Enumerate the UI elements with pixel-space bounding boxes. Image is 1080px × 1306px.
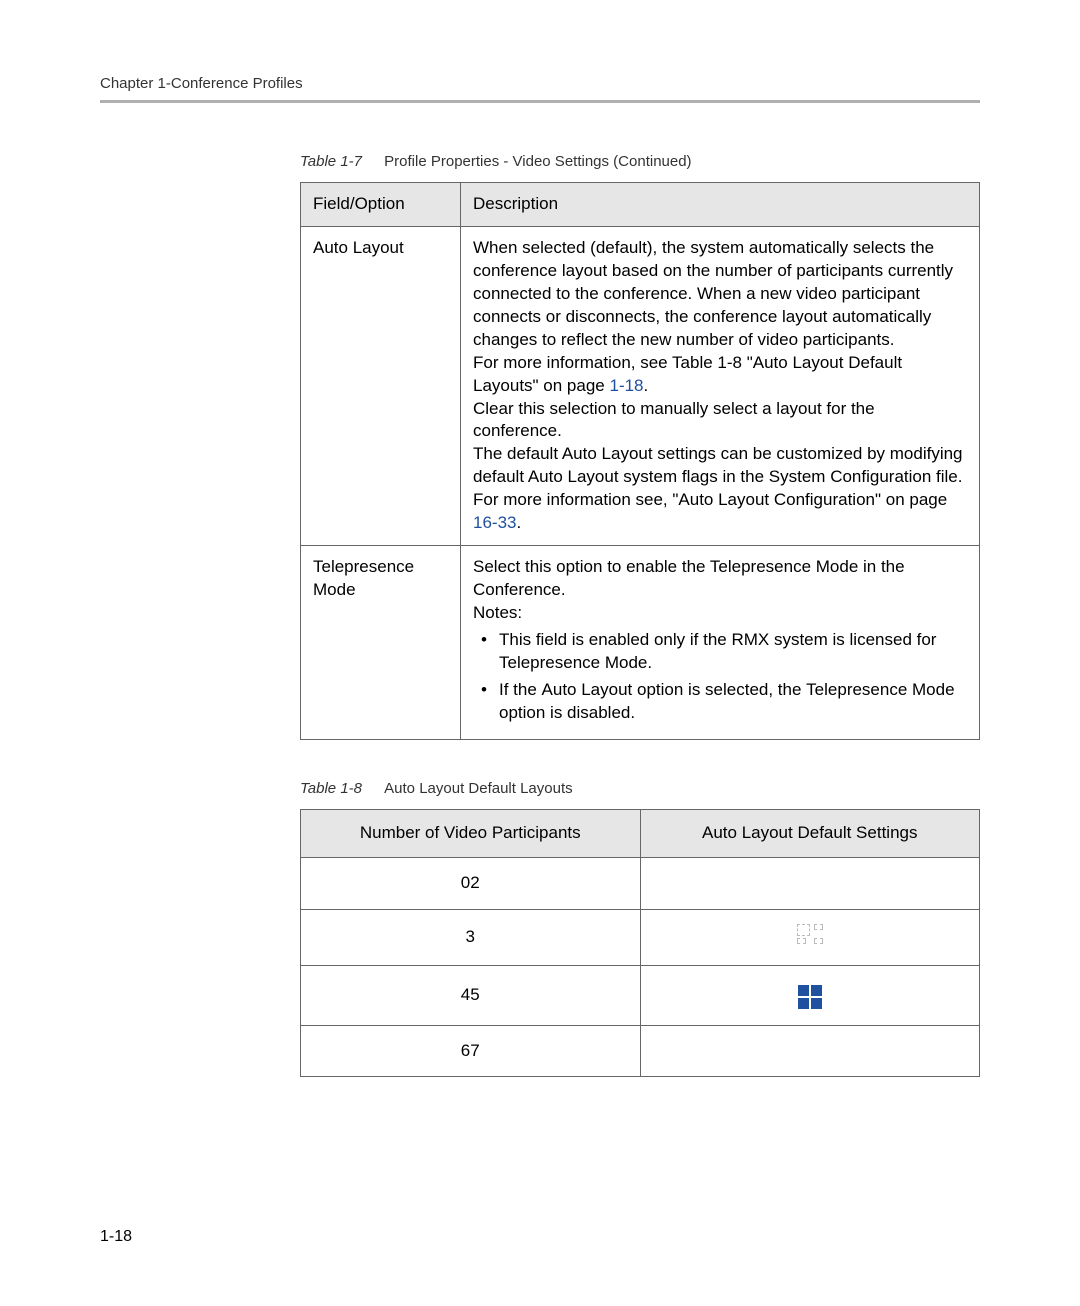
- layout-cell: [640, 1025, 980, 1077]
- table-1-7-title: Profile Properties - Video Settings (Con…: [384, 153, 691, 170]
- page-link[interactable]: 1-18: [609, 376, 643, 395]
- desc-alt-text: Telepresence Mode: [806, 680, 954, 699]
- desc-text: If the: [499, 680, 542, 699]
- table-1-7: Field/Option Description Auto Layout Whe…: [300, 182, 980, 740]
- table-1-8-title: Auto Layout Default Layouts: [384, 780, 572, 797]
- desc-auto-layout: When selected (default), the system auto…: [461, 226, 980, 545]
- table2-header-col2: Auto Layout Default Settings: [640, 809, 980, 857]
- participants-count: 3: [301, 909, 641, 965]
- table-row: 02: [301, 857, 980, 909]
- page-number: 1-18: [100, 1228, 132, 1246]
- desc-telepresence-mode: Select this option to enable the Telepre…: [461, 546, 980, 740]
- table-header-field: Field/Option: [301, 183, 461, 227]
- desc-text: For more information, see Table 1-8 ": [473, 353, 753, 372]
- field-telepresence-mode: Telepresence Mode: [301, 546, 461, 740]
- table-1-7-caption: Table 1-7 Profile Properties - Video Set…: [300, 153, 980, 170]
- table-1-8-label: Table 1-8: [300, 780, 362, 797]
- desc-text: .: [516, 513, 521, 532]
- table-row: 67: [301, 1025, 980, 1077]
- table-row: 3: [301, 909, 980, 965]
- layout-2x2-icon: [796, 983, 824, 1011]
- desc-alt-text: Auto Layout: [542, 680, 633, 699]
- layout-1plus2-icon: [797, 924, 823, 944]
- desc-text: Clear this selection to manually select …: [473, 399, 875, 441]
- table-row: Telepresence Mode Select this option to …: [301, 546, 980, 740]
- desc-text: option is disabled.: [499, 703, 635, 722]
- header-rule: [100, 100, 980, 103]
- notes-label: Notes:: [473, 603, 522, 622]
- table-1-7-label: Table 1-7: [300, 153, 362, 170]
- participants-count: 02: [301, 857, 641, 909]
- field-auto-layout: Auto Layout: [301, 226, 461, 545]
- desc-text: option is selected, the: [632, 680, 806, 699]
- desc-text: When selected (default), the system auto…: [473, 238, 953, 349]
- header-chapter: Chapter 1-Conference Profiles: [100, 75, 980, 92]
- table-row: 45: [301, 965, 980, 1025]
- table-header-description: Description: [461, 183, 980, 227]
- participants-count: 45: [301, 965, 641, 1025]
- desc-text: on page: [881, 490, 947, 509]
- table-1-8: Number of Video Participants Auto Layout…: [300, 809, 980, 1078]
- list-item: This field is enabled only if the RMX sy…: [481, 629, 967, 675]
- list-item: If the Auto Layout option is selected, t…: [481, 679, 967, 725]
- desc-text: .: [644, 376, 649, 395]
- page-link[interactable]: 16-33: [473, 513, 516, 532]
- layout-cell: [640, 965, 980, 1025]
- table-row: Auto Layout When selected (default), the…: [301, 226, 980, 545]
- participants-count: 67: [301, 1025, 641, 1077]
- desc-text: Select this option to enable the Telepre…: [473, 557, 905, 599]
- desc-alt-text: "Auto Layout Configuration": [672, 490, 881, 509]
- table2-header-col1: Number of Video Participants: [301, 809, 641, 857]
- desc-text: on page: [539, 376, 610, 395]
- layout-cell: [640, 909, 980, 965]
- layout-cell: [640, 857, 980, 909]
- table-1-8-caption: Table 1-8 Auto Layout Default Layouts: [300, 780, 980, 797]
